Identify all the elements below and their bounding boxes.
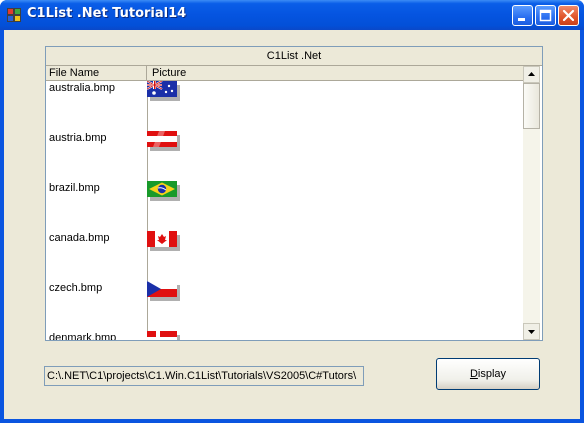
display-button[interactable]: Display [436, 358, 540, 390]
application-window: C1List .Net Tutorial14 C1List .Net File … [0, 0, 584, 423]
list-row[interactable]: brazil.bmp [46, 181, 523, 231]
czech-flag-icon [147, 281, 180, 301]
file-name-cell: australia.bmp [49, 82, 116, 94]
file-name-cell: czech.bmp [49, 282, 103, 294]
scroll-thumb[interactable] [523, 83, 540, 129]
list-row[interactable]: canada.bmp [46, 231, 523, 281]
display-label: isplay [477, 368, 507, 380]
austria-flag-icon [147, 131, 180, 151]
list-caption: C1List .Net [46, 47, 542, 66]
display-accelerator: D [469, 368, 478, 380]
file-name-cell: canada.bmp [49, 232, 110, 244]
client-area: C1List .Net File Name Picture australia.… [4, 30, 580, 419]
app-icon[interactable] [7, 8, 21, 22]
brazil-flag-icon [147, 181, 180, 201]
scroll-up-button[interactable] [523, 66, 540, 83]
list-row[interactable]: austria.bmp [46, 131, 523, 181]
column-header: File Name Picture [46, 66, 523, 81]
title-bar[interactable]: C1List .Net Tutorial14 [0, 0, 584, 30]
australia-flag-icon [147, 81, 180, 101]
header-picture[interactable]: Picture [147, 66, 523, 80]
c1list-grid[interactable]: C1List .Net File Name Picture australia.… [45, 46, 543, 341]
window-title: C1List .Net Tutorial14 [27, 6, 187, 21]
path-textbox[interactable]: C:\.NET\C1\projects\C1.Win.C1List\Tutori… [44, 366, 364, 386]
close-button[interactable] [558, 5, 579, 26]
minimize-icon [518, 18, 525, 21]
list-row[interactable]: czech.bmp [46, 281, 523, 331]
canada-flag-icon [147, 231, 180, 251]
maximize-button[interactable] [535, 5, 556, 26]
list-rows: australia.bmp austria.bmp brazil.bmp can… [46, 81, 523, 340]
vertical-scrollbar[interactable] [523, 66, 540, 340]
arrow-down-icon [528, 330, 535, 334]
denmark-flag-icon [147, 331, 180, 340]
minimize-button[interactable] [512, 5, 533, 26]
header-file-name[interactable]: File Name [46, 66, 147, 80]
close-icon [562, 9, 575, 22]
scroll-down-button[interactable] [523, 323, 540, 340]
file-name-cell: austria.bmp [49, 132, 107, 144]
maximize-icon [539, 9, 552, 22]
list-row[interactable]: australia.bmp [46, 81, 523, 131]
file-name-cell: denmark.bmp [49, 332, 117, 340]
file-name-cell: brazil.bmp [49, 182, 100, 194]
list-row[interactable]: denmark.bmp [46, 331, 523, 340]
arrow-up-icon [528, 72, 535, 76]
